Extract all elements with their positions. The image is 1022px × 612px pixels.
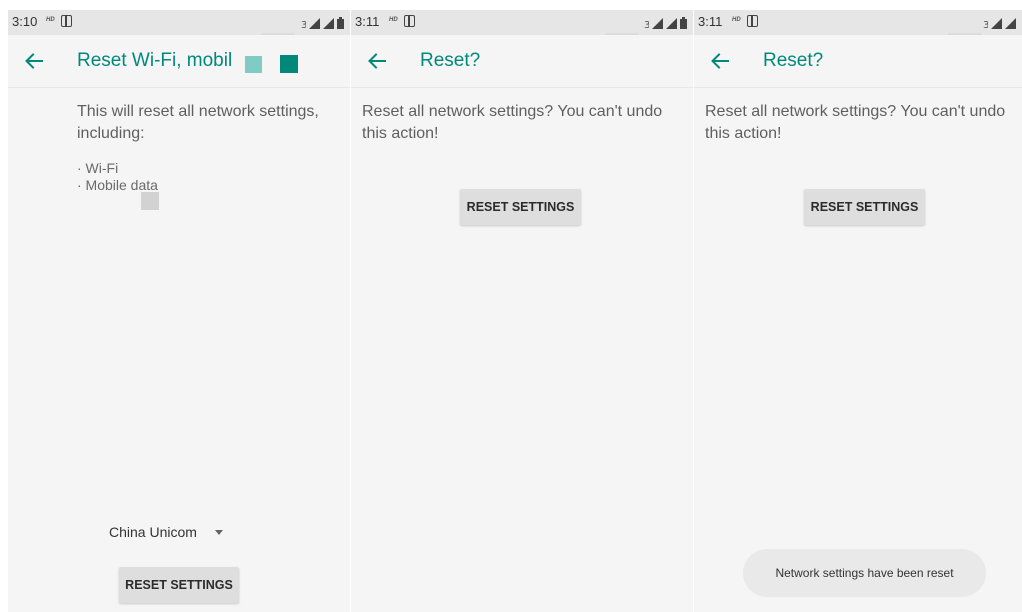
- battery-icon: [680, 17, 687, 29]
- bullet-list: · Wi-Fi · Mobile data: [77, 160, 158, 194]
- description-text: Reset all network settings? You can't un…: [705, 103, 1006, 142]
- page-title: Reset?: [420, 50, 481, 71]
- app-bar: Reset?: [694, 35, 1022, 88]
- sim-icon: 3: [644, 20, 649, 29]
- status-bar: 3:10 HD 3: [8, 10, 350, 36]
- carrier-dropdown[interactable]: China Unicom: [109, 520, 223, 544]
- list-item: · Wi-Fi: [77, 160, 119, 176]
- reset-settings-button[interactable]: RESET SETTINGS: [804, 189, 925, 225]
- svg-text:3: 3: [983, 20, 988, 29]
- screenshot-icon: [404, 15, 415, 27]
- caret-down-icon: [214, 529, 223, 535]
- battery-icon: [337, 17, 344, 29]
- screenshot-icon: [61, 15, 72, 27]
- description-text: Reset all network settings? You can't un…: [362, 103, 663, 142]
- reset-settings-button[interactable]: RESET SETTINGS: [119, 567, 239, 603]
- status-icons: 3: [983, 15, 1016, 29]
- carrier-selected-value: China Unicom: [109, 524, 197, 540]
- reset-settings-button[interactable]: RESET SETTINGS: [460, 189, 581, 225]
- status-icons: 3: [301, 15, 344, 29]
- status-icons: 3: [644, 15, 687, 29]
- sim-icon: 3: [301, 20, 306, 29]
- signal-icon: [1005, 18, 1016, 29]
- overlay-square-light: [245, 56, 262, 73]
- screen-reset-confirm: 3:11 HD 3 Reset? Reset all network setti…: [351, 10, 693, 612]
- arrow-left-icon[interactable]: [24, 51, 44, 71]
- scroll-indicator: [141, 192, 159, 210]
- status-time: 3:11: [698, 14, 723, 29]
- arrow-left-icon[interactable]: [710, 51, 730, 71]
- signal-icon: [991, 18, 1002, 29]
- status-bar: 3:11 HD 3: [351, 10, 693, 36]
- signal-icon: [309, 18, 320, 29]
- status-time: 3:10: [12, 14, 38, 29]
- arrow-left-icon[interactable]: [367, 51, 387, 71]
- page-title: Reset?: [763, 50, 824, 71]
- screen-reset-done: 3:11 HD 3 Reset? Reset all network setti…: [694, 10, 1022, 612]
- app-bar: Reset Wi-Fi, mobil: [8, 35, 350, 88]
- status-time: 3:11: [355, 14, 380, 29]
- hd-voice-icon: HD: [389, 17, 398, 23]
- description-text: This will reset all network settings, in…: [77, 103, 319, 142]
- screenshot-icon: [747, 15, 758, 27]
- signal-icon: [652, 18, 663, 29]
- screen-reset-options: 3:10 HD 3 Reset Wi-Fi, mobil This will r…: [8, 10, 350, 612]
- signal-icon: [666, 18, 677, 29]
- sim-icon: 3: [983, 20, 988, 29]
- hd-voice-icon: HD: [732, 17, 741, 23]
- hd-voice-icon: HD: [46, 17, 55, 23]
- status-bar: 3:11 HD 3: [694, 10, 1022, 36]
- overlay-square-dark: [280, 55, 298, 73]
- svg-text:3: 3: [644, 20, 649, 29]
- app-bar: Reset?: [351, 35, 693, 88]
- svg-text:3: 3: [301, 20, 306, 29]
- signal-icon: [323, 18, 334, 29]
- page-title: Reset Wi-Fi, mobil: [77, 50, 233, 71]
- toast-message: Network settings have been reset: [743, 549, 986, 597]
